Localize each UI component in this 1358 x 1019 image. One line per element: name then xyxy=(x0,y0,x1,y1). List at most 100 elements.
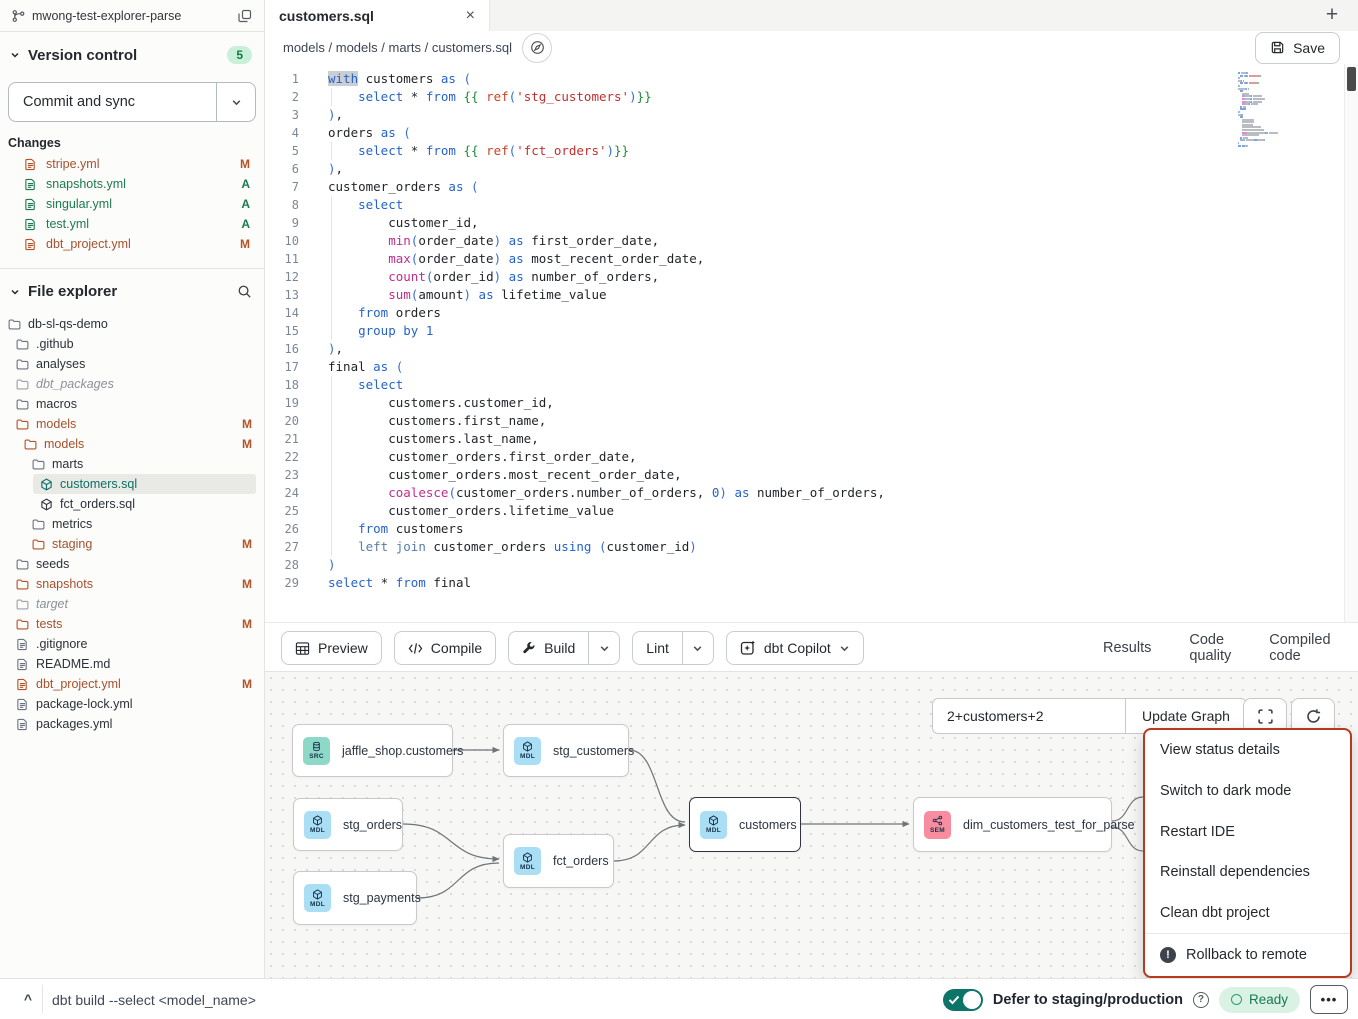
line-number: 12 xyxy=(265,268,311,286)
dbt-cloud-ide: customers.sql × + mwong-test-explorer-pa… xyxy=(0,0,1358,1019)
tree-item-label: models xyxy=(36,417,235,431)
scrollbar-thumb[interactable] xyxy=(1347,67,1356,91)
code-line-19: 19 customers.customer_id, xyxy=(265,394,1345,412)
lineage-node-stg_customers[interactable]: MDLstg_customers xyxy=(503,724,629,777)
more-options-button[interactable]: ••• xyxy=(1310,985,1348,1014)
compile-button[interactable]: Compile xyxy=(394,631,496,665)
menu-item-reinstall-dependencies[interactable]: Reinstall dependencies xyxy=(1145,852,1350,893)
tree-item-label: macros xyxy=(36,397,252,411)
tree-item-dbt_project.yml[interactable]: dbt_project.ymlM xyxy=(0,674,264,694)
tree-item-README.md[interactable]: README.md xyxy=(0,654,264,674)
tree-item-seeds[interactable]: seeds xyxy=(0,554,264,574)
tree-item-db-sl-qs-demo[interactable]: db-sl-qs-demo xyxy=(0,314,264,334)
node-label: stg_customers xyxy=(553,744,634,758)
new-tab-button[interactable]: + xyxy=(1320,2,1344,28)
help-icon[interactable]: ? xyxy=(1193,992,1209,1008)
lineage-node-stg_payments[interactable]: MDLstg_payments xyxy=(293,871,417,925)
tree-item-macros[interactable]: macros xyxy=(0,394,264,414)
tree-item-package-lock.yml[interactable]: package-lock.yml xyxy=(0,694,264,714)
build-options-caret[interactable] xyxy=(588,632,619,664)
code-editor[interactable]: 1with customers as (2 select * from {{ r… xyxy=(265,64,1358,622)
change-row-stripe.yml[interactable]: stripe.ymlM xyxy=(0,154,264,174)
tree-item-.gitignore[interactable]: .gitignore xyxy=(0,634,264,654)
expand-console-button[interactable]: ^ xyxy=(16,987,40,1011)
explore-lineage-button[interactable] xyxy=(522,33,552,63)
code-text: sum(amount) as lifetime_value xyxy=(311,286,607,304)
lineage-node-stg_orders[interactable]: MDLstg_orders xyxy=(293,798,403,851)
defer-toggle[interactable] xyxy=(943,989,983,1011)
change-row-snapshots.yml[interactable]: snapshots.ymlA xyxy=(0,174,264,194)
tree-item-label: package-lock.yml xyxy=(36,697,252,711)
commit-options-caret[interactable] xyxy=(216,83,255,121)
model-icon xyxy=(40,498,53,511)
menu-item-restart-ide[interactable]: Restart IDE xyxy=(1145,811,1350,852)
code-text: select xyxy=(311,376,403,394)
tab-compiled-code[interactable]: Compiled code xyxy=(1269,623,1330,672)
tree-item-packages.yml[interactable]: packages.yml xyxy=(0,714,264,734)
tree-item-models[interactable]: modelsM xyxy=(0,434,264,454)
tree-item-.github[interactable]: .github xyxy=(0,334,264,354)
node-type-badge: MDL xyxy=(706,827,721,834)
file-tree: db-sl-qs-demo.githubanalysesdbt_packages… xyxy=(0,306,264,734)
menu-item-rollback-to-remote[interactable]: !Rollback to remote xyxy=(1145,934,1350,976)
change-row-dbt_project.yml[interactable]: dbt_project.ymlM xyxy=(0,234,264,254)
commit-and-sync-button[interactable]: Commit and sync xyxy=(8,82,256,122)
git-status-badge: M xyxy=(242,677,252,691)
lint-button[interactable]: Lint xyxy=(633,632,682,664)
lineage-node-src_jaffle[interactable]: SRCjaffle_shop.customers xyxy=(292,724,453,777)
chevron-down-icon xyxy=(10,50,20,60)
tree-item-staging[interactable]: stagingM xyxy=(0,534,264,554)
menu-item-clean-dbt-project[interactable]: Clean dbt project xyxy=(1145,893,1350,934)
tree-item-fct_orders.sql[interactable]: fct_orders.sql xyxy=(0,494,264,514)
tree-item-dbt_packages[interactable]: dbt_packages xyxy=(0,374,264,394)
tree-item-tests[interactable]: testsM xyxy=(0,614,264,634)
code-line-17: 17final as ( xyxy=(265,358,1345,376)
tree-item-snapshots[interactable]: snapshotsM xyxy=(0,574,264,594)
folder-icon xyxy=(16,578,29,591)
lineage-node-dim_customers[interactable]: SEMdim_customers_test_for_parse xyxy=(913,797,1112,852)
save-button[interactable]: Save xyxy=(1255,32,1340,64)
command-input[interactable]: dbt build --select <model_name> xyxy=(52,979,256,1019)
lineage-node-fct_orders[interactable]: MDLfct_orders xyxy=(503,834,614,888)
tree-item-analyses[interactable]: analyses xyxy=(0,354,264,374)
tree-item-label: models xyxy=(44,437,235,451)
menu-item-view-status-details[interactable]: View status details xyxy=(1145,730,1350,771)
lint-options-caret[interactable] xyxy=(682,632,713,664)
copilot-sparkle-icon xyxy=(740,640,756,656)
minimap[interactable] xyxy=(1238,72,1310,147)
search-icon[interactable] xyxy=(237,284,252,299)
code-line-9: 9 customer_id, xyxy=(265,214,1345,232)
line-number: 24 xyxy=(265,484,311,502)
editor-scrollbar[interactable] xyxy=(1344,64,1358,622)
build-button[interactable]: Build xyxy=(509,632,588,664)
tree-item-target[interactable]: target xyxy=(0,594,264,614)
change-row-test.yml[interactable]: test.ymlA xyxy=(0,214,264,234)
close-icon[interactable]: × xyxy=(466,8,475,24)
tree-item-models[interactable]: modelsM xyxy=(0,414,264,434)
branch-selector[interactable]: mwong-test-explorer-parse xyxy=(0,0,264,32)
code-text: coalesce(customer_orders.number_of_order… xyxy=(311,484,885,502)
lineage-node-customers[interactable]: MDLcustomers xyxy=(689,797,801,852)
tab-results[interactable]: Results xyxy=(1103,623,1151,672)
build-button-group: Build xyxy=(508,631,620,665)
tree-item-metrics[interactable]: metrics xyxy=(0,514,264,534)
version-control-header[interactable]: Version control 5 xyxy=(0,32,264,70)
file-explorer-header[interactable]: File explorer xyxy=(0,269,264,306)
copy-icon[interactable] xyxy=(238,9,252,23)
changes-list: stripe.ymlMsnapshots.ymlAsingular.ymlAte… xyxy=(0,154,264,254)
preview-button[interactable]: Preview xyxy=(281,631,382,665)
file-icon xyxy=(16,698,29,711)
code-text: final as ( xyxy=(311,358,403,376)
folder-icon xyxy=(16,398,29,411)
change-row-singular.yml[interactable]: singular.ymlA xyxy=(0,194,264,214)
git-status-badge: M xyxy=(240,237,250,251)
menu-item-switch-to-dark-mode[interactable]: Switch to dark mode xyxy=(1145,771,1350,812)
tree-item-marts[interactable]: marts xyxy=(0,454,264,474)
line-number: 23 xyxy=(265,466,311,484)
tree-item-customers.sql[interactable]: customers.sql xyxy=(0,474,264,494)
line-number: 20 xyxy=(265,412,311,430)
editor-tab-customers-sql[interactable]: customers.sql × xyxy=(265,0,490,31)
lineage-selector-input[interactable]: 2+customers+2 xyxy=(932,698,1125,734)
dbt-copilot-button[interactable]: dbt Copilot xyxy=(726,631,864,665)
tab-code-quality[interactable]: Code quality xyxy=(1189,623,1231,672)
